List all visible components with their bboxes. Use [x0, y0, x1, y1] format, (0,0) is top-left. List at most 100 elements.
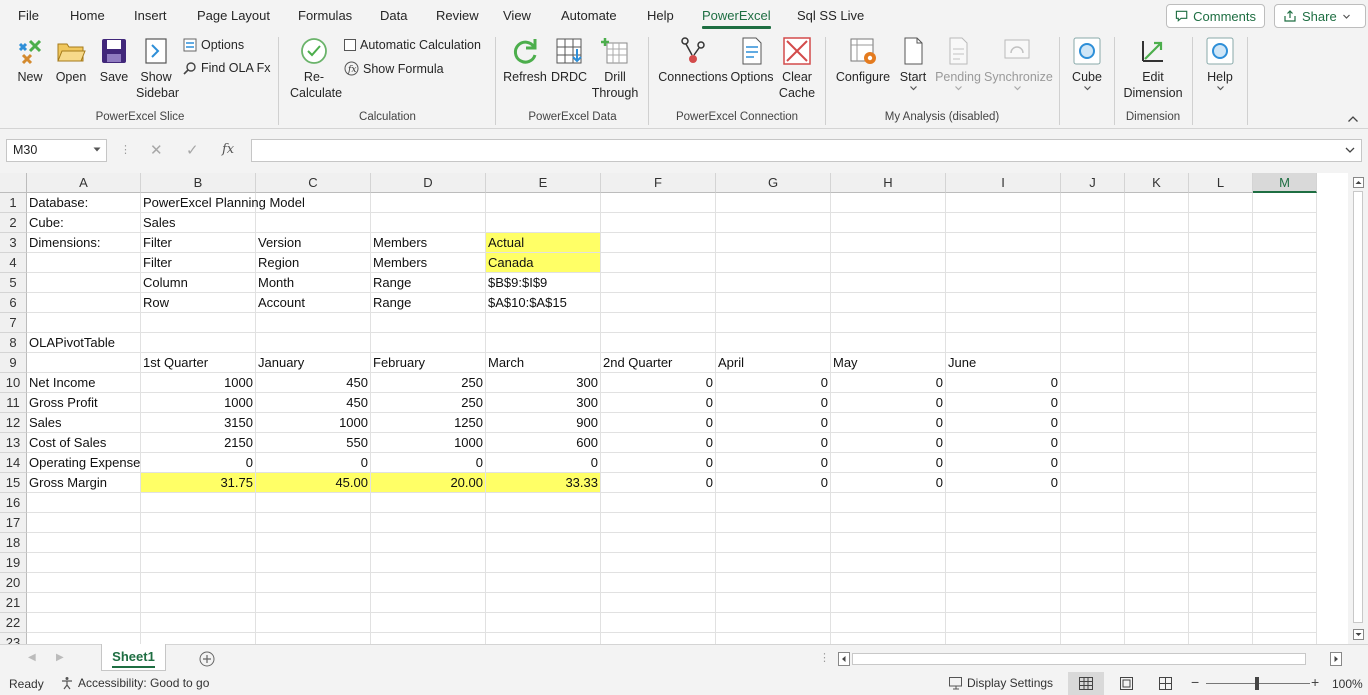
cell-l17[interactable]	[1189, 513, 1253, 533]
cell-c4[interactable]: Region	[256, 253, 371, 273]
show-sidebar-button[interactable]: Show Sidebar	[136, 35, 179, 101]
horizontal-scrollbar[interactable]	[838, 652, 1346, 666]
cell-k4[interactable]	[1125, 253, 1189, 273]
cell-e19[interactable]	[486, 553, 601, 573]
cell-l3[interactable]	[1189, 233, 1253, 253]
cell-b2[interactable]: Sales	[141, 213, 256, 233]
cell-a4[interactable]	[27, 253, 141, 273]
cell-d17[interactable]	[371, 513, 486, 533]
cell-i22[interactable]	[946, 613, 1061, 633]
column-header-k[interactable]: K	[1125, 173, 1189, 193]
cell-j10[interactable]	[1061, 373, 1125, 393]
cell-a10[interactable]: Net Income	[27, 373, 141, 393]
expand-formula-icon[interactable]	[1345, 147, 1355, 154]
cell-g23[interactable]	[716, 633, 831, 644]
cell-m14[interactable]	[1253, 453, 1317, 473]
cell-g6[interactable]	[716, 293, 831, 313]
cell-l1[interactable]	[1189, 193, 1253, 213]
cell-i6[interactable]	[946, 293, 1061, 313]
cell-h19[interactable]	[831, 553, 946, 573]
cell-h10[interactable]: 0	[831, 373, 946, 393]
cell-b14[interactable]: 0	[141, 453, 256, 473]
cell-m17[interactable]	[1253, 513, 1317, 533]
cell-i3[interactable]	[946, 233, 1061, 253]
column-header-f[interactable]: F	[601, 173, 716, 193]
cell-f20[interactable]	[601, 573, 716, 593]
cell-k17[interactable]	[1125, 513, 1189, 533]
row-header-5[interactable]: 5	[0, 273, 27, 293]
cell-i17[interactable]	[946, 513, 1061, 533]
cell-b13[interactable]: 2150	[141, 433, 256, 453]
cell-c3[interactable]: Version	[256, 233, 371, 253]
cube-button[interactable]: Cube	[1067, 35, 1107, 92]
cell-g5[interactable]	[716, 273, 831, 293]
cell-i9[interactable]: June	[946, 353, 1061, 373]
cell-l12[interactable]	[1189, 413, 1253, 433]
cell-i2[interactable]	[946, 213, 1061, 233]
cell-a19[interactable]	[27, 553, 141, 573]
cell-m15[interactable]	[1253, 473, 1317, 493]
cell-j21[interactable]	[1061, 593, 1125, 613]
cell-h7[interactable]	[831, 313, 946, 333]
cell-d2[interactable]	[371, 213, 486, 233]
cell-m6[interactable]	[1253, 293, 1317, 313]
column-header-m[interactable]: M	[1253, 173, 1317, 193]
cell-l4[interactable]	[1189, 253, 1253, 273]
cell-l11[interactable]	[1189, 393, 1253, 413]
drill-through-button[interactable]: Drill Through	[591, 35, 639, 101]
cell-i5[interactable]	[946, 273, 1061, 293]
cell-d3[interactable]: Members	[371, 233, 486, 253]
cell-i13[interactable]: 0	[946, 433, 1061, 453]
accessibility-status[interactable]: Accessibility: Good to go	[60, 676, 209, 690]
row-header-17[interactable]: 17	[0, 513, 27, 533]
cell-f1[interactable]	[601, 193, 716, 213]
cell-c2[interactable]	[256, 213, 371, 233]
cell-h14[interactable]: 0	[831, 453, 946, 473]
cell-b19[interactable]	[141, 553, 256, 573]
cell-d14[interactable]: 0	[371, 453, 486, 473]
cell-j13[interactable]	[1061, 433, 1125, 453]
cell-f8[interactable]	[601, 333, 716, 353]
cell-g12[interactable]: 0	[716, 413, 831, 433]
vertical-scrollbar[interactable]	[1348, 173, 1368, 644]
cell-f23[interactable]	[601, 633, 716, 644]
cell-e3[interactable]: Actual	[486, 233, 601, 253]
scroll-up-icon[interactable]	[1353, 177, 1364, 188]
cell-k23[interactable]	[1125, 633, 1189, 644]
cell-b23[interactable]	[141, 633, 256, 644]
column-header-h[interactable]: H	[831, 173, 946, 193]
cell-g15[interactable]: 0	[716, 473, 831, 493]
cell-e4[interactable]: Canada	[486, 253, 601, 273]
cell-m22[interactable]	[1253, 613, 1317, 633]
column-header-a[interactable]: A	[27, 173, 141, 193]
configure-button[interactable]: Configure	[834, 35, 892, 85]
collapse-ribbon-icon[interactable]	[1347, 115, 1359, 123]
cell-h16[interactable]	[831, 493, 946, 513]
cell-a22[interactable]	[27, 613, 141, 633]
tab-page-layout[interactable]: Page Layout	[197, 8, 270, 23]
cell-j15[interactable]	[1061, 473, 1125, 493]
column-header-i[interactable]: I	[946, 173, 1061, 193]
cell-k22[interactable]	[1125, 613, 1189, 633]
cell-d6[interactable]: Range	[371, 293, 486, 313]
cell-c10[interactable]: 450	[256, 373, 371, 393]
tab-data[interactable]: Data	[380, 8, 407, 23]
cell-c6[interactable]: Account	[256, 293, 371, 313]
name-box[interactable]: M30	[6, 139, 107, 162]
cell-l2[interactable]	[1189, 213, 1253, 233]
cell-m18[interactable]	[1253, 533, 1317, 553]
cell-l6[interactable]	[1189, 293, 1253, 313]
show-formula-button[interactable]: fx Show Formula	[344, 61, 444, 76]
connections-button[interactable]: Connections	[657, 35, 729, 85]
cell-d22[interactable]	[371, 613, 486, 633]
cell-m13[interactable]	[1253, 433, 1317, 453]
cell-j7[interactable]	[1061, 313, 1125, 333]
cell-h11[interactable]: 0	[831, 393, 946, 413]
tab-automate[interactable]: Automate	[561, 8, 617, 23]
row-header-15[interactable]: 15	[0, 473, 27, 493]
cell-m20[interactable]	[1253, 573, 1317, 593]
cell-a5[interactable]	[27, 273, 141, 293]
cell-g2[interactable]	[716, 213, 831, 233]
column-header-b[interactable]: B	[141, 173, 256, 193]
cell-d8[interactable]	[371, 333, 486, 353]
